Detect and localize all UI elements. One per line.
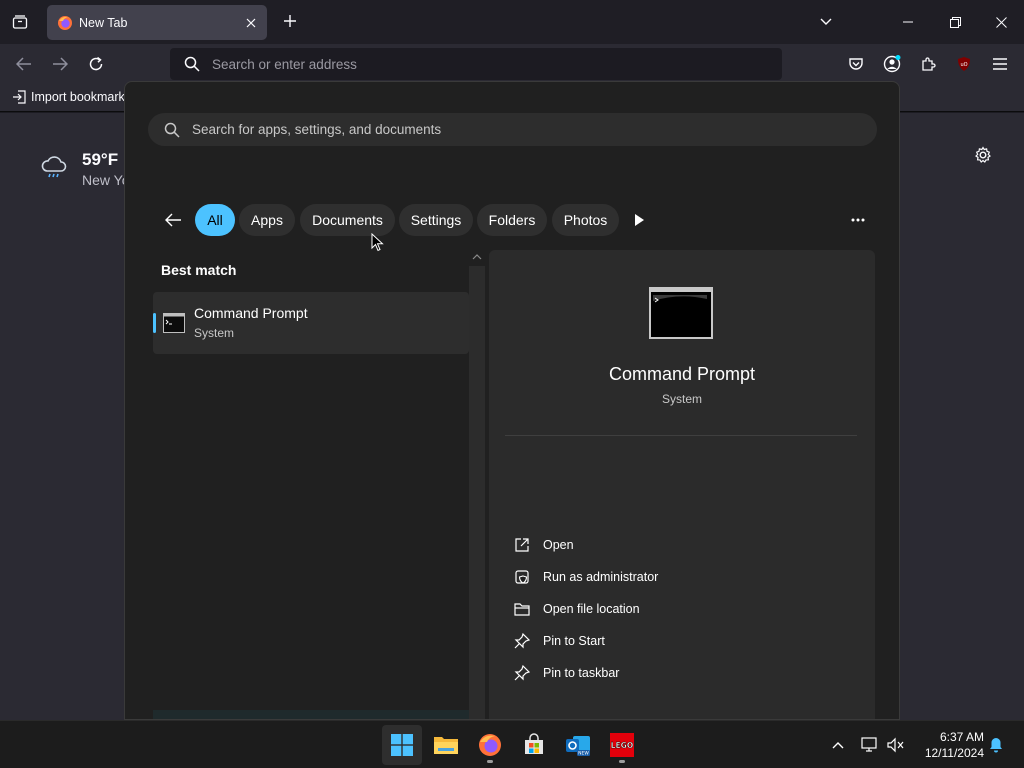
- tab-strip: New Tab: [0, 0, 1024, 44]
- svg-text:uO: uO: [960, 62, 967, 68]
- results-scrollbar[interactable]: [469, 252, 485, 719]
- play-arrow-icon[interactable]: [631, 211, 647, 229]
- lego-icon[interactable]: LEGO: [602, 725, 642, 765]
- action-open-file-location[interactable]: Open file location: [513, 597, 640, 621]
- more-options-icon[interactable]: [847, 209, 869, 231]
- back-icon[interactable]: [10, 50, 38, 78]
- open-external-icon: [513, 536, 531, 554]
- pocket-icon[interactable]: [842, 50, 870, 78]
- pin-icon: [513, 632, 531, 650]
- tab-list-icon[interactable]: [6, 8, 34, 36]
- filter-apps[interactable]: Apps: [239, 204, 295, 236]
- windows-search-flyout: All Apps Documents Settings Folders Phot…: [124, 81, 900, 720]
- result-type: System: [194, 326, 235, 340]
- nav-toolbar: uO: [0, 44, 1024, 84]
- admin-shield-icon: [513, 568, 531, 586]
- plus-icon[interactable]: [278, 9, 302, 33]
- action-open-label: Open: [543, 538, 574, 552]
- taskbar-clock[interactable]: 6:37 AM 12/11/2024: [912, 729, 984, 761]
- forward-icon[interactable]: [46, 50, 74, 78]
- action-pin-to-start-label: Pin to Start: [543, 634, 605, 648]
- action-pin-to-taskbar[interactable]: Pin to taskbar: [513, 661, 619, 685]
- ublock-icon[interactable]: uO: [950, 50, 978, 78]
- detail-divider: [505, 435, 857, 436]
- result-command-prompt[interactable]: Command Prompt System: [153, 292, 469, 354]
- tab-title: New Tab: [79, 15, 128, 30]
- restore-icon[interactable]: [940, 7, 970, 37]
- filter-folders[interactable]: Folders: [477, 204, 547, 236]
- action-open-file-location-label: Open file location: [543, 602, 640, 616]
- taskbar: NEW LEGO 6:37 AM 12/11/2024: [0, 720, 1024, 768]
- search-filter-row: All Apps Documents Settings Folders Phot…: [157, 204, 877, 236]
- import-bookmarks-label: Import bookmarks: [31, 90, 132, 104]
- chevron-up-icon[interactable]: [828, 735, 848, 755]
- browser-tab[interactable]: New Tab: [47, 5, 267, 40]
- filter-settings[interactable]: Settings: [399, 204, 473, 236]
- minimize-icon[interactable]: [893, 7, 923, 37]
- account-icon[interactable]: [878, 50, 906, 78]
- filter-documents[interactable]: Documents: [300, 204, 395, 236]
- folder-icon: [513, 600, 531, 618]
- extensions-icon[interactable]: [914, 50, 942, 78]
- back-arrow-icon[interactable]: [161, 208, 185, 232]
- command-prompt-large-icon: [649, 287, 713, 339]
- detail-app-name: Command Prompt: [608, 364, 756, 384]
- start-search-box[interactable]: [148, 113, 877, 146]
- close-window-icon[interactable]: [986, 7, 1016, 37]
- chevron-down-icon[interactable]: [811, 7, 841, 37]
- search-icon: [184, 56, 200, 72]
- network-icon[interactable]: [860, 735, 880, 755]
- start-icon[interactable]: [382, 725, 422, 765]
- address-bar[interactable]: [170, 48, 782, 80]
- search-icon: [164, 122, 180, 138]
- scroll-thumb[interactable]: [469, 266, 485, 719]
- reload-icon[interactable]: [82, 50, 110, 78]
- import-bookmarks-button[interactable]: Import bookmarks: [12, 90, 131, 104]
- best-match-heading: Best match: [161, 262, 237, 278]
- action-pin-to-start[interactable]: Pin to Start: [513, 629, 605, 653]
- selection-indicator: [153, 313, 156, 333]
- detail-pane: Command Prompt System Open Run as admini…: [489, 250, 875, 719]
- result-name: Command Prompt: [194, 305, 308, 321]
- action-run-as-admin[interactable]: Run as administrator: [513, 565, 658, 589]
- rain-cloud-icon: [41, 156, 67, 178]
- action-open[interactable]: Open: [513, 533, 574, 557]
- import-icon: [13, 90, 26, 104]
- action-pin-to-taskbar-label: Pin to taskbar: [543, 666, 620, 680]
- notification-bell-icon[interactable]: [986, 735, 1006, 755]
- clock-date: 12/11/2024: [924, 746, 984, 760]
- firefox-icon[interactable]: [470, 725, 510, 765]
- close-icon[interactable]: [239, 11, 263, 35]
- clock-time: 6:37 AM: [939, 730, 984, 744]
- running-indicator: [487, 760, 493, 763]
- file-explorer-icon[interactable]: [426, 725, 466, 765]
- results-footer: [153, 710, 469, 719]
- action-run-as-admin-label: Run as administrator: [543, 570, 659, 584]
- firefox-icon: [58, 15, 72, 30]
- detail-app-type: System: [661, 392, 702, 406]
- svg-text:NEW: NEW: [578, 751, 589, 757]
- start-search-input[interactable]: [192, 122, 832, 137]
- svg-text:LEGO: LEGO: [611, 741, 633, 750]
- mouse-cursor-icon: [371, 233, 384, 252]
- results-pane: Best match Command Prompt System: [153, 252, 483, 719]
- scroll-up-icon[interactable]: [472, 252, 482, 262]
- command-prompt-icon: [163, 313, 185, 333]
- microsoft-store-icon[interactable]: [514, 725, 554, 765]
- filter-all[interactable]: All: [195, 204, 235, 236]
- outlook-new-icon[interactable]: NEW: [558, 725, 598, 765]
- running-indicator: [619, 760, 625, 763]
- gear-icon[interactable]: [972, 144, 994, 166]
- filter-photos[interactable]: Photos: [552, 204, 619, 236]
- menu-icon[interactable]: [986, 50, 1014, 78]
- pin-icon: [513, 664, 531, 682]
- address-input[interactable]: [212, 56, 712, 72]
- volume-muted-icon[interactable]: [886, 735, 906, 755]
